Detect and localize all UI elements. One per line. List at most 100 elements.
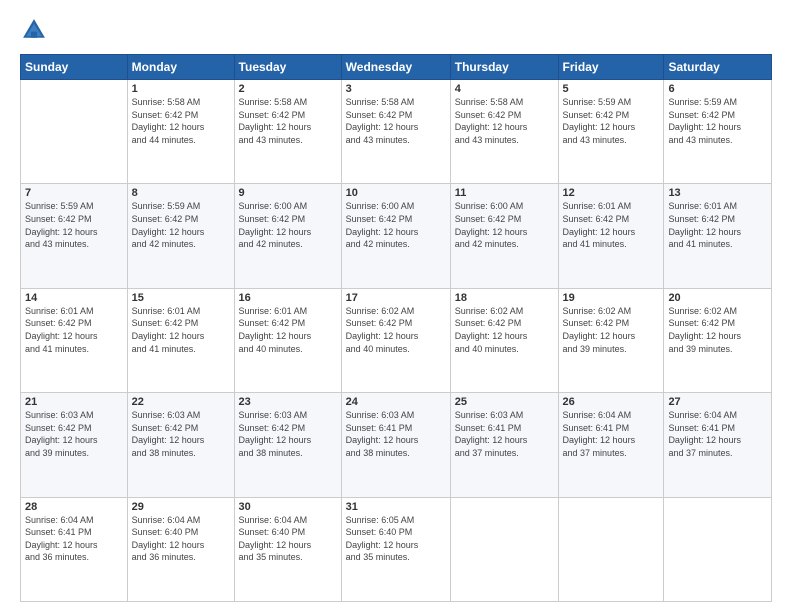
day-number: 4: [455, 83, 554, 95]
col-header-thursday: Thursday: [450, 55, 558, 80]
day-info: Sunrise: 6:00 AM Sunset: 6:42 PM Dayligh…: [239, 200, 337, 250]
day-cell: 29Sunrise: 6:04 AM Sunset: 6:40 PM Dayli…: [127, 497, 234, 601]
day-info: Sunrise: 6:04 AM Sunset: 6:41 PM Dayligh…: [563, 409, 660, 459]
day-info: Sunrise: 6:02 AM Sunset: 6:42 PM Dayligh…: [668, 305, 767, 355]
week-row-5: 28Sunrise: 6:04 AM Sunset: 6:41 PM Dayli…: [21, 497, 772, 601]
week-row-3: 14Sunrise: 6:01 AM Sunset: 6:42 PM Dayli…: [21, 288, 772, 392]
day-cell: [558, 497, 664, 601]
day-info: Sunrise: 6:03 AM Sunset: 6:42 PM Dayligh…: [239, 409, 337, 459]
week-row-1: 1Sunrise: 5:58 AM Sunset: 6:42 PM Daylig…: [21, 80, 772, 184]
day-cell: 20Sunrise: 6:02 AM Sunset: 6:42 PM Dayli…: [664, 288, 772, 392]
calendar-body: 1Sunrise: 5:58 AM Sunset: 6:42 PM Daylig…: [21, 80, 772, 602]
day-number: 5: [563, 83, 660, 95]
day-cell: 14Sunrise: 6:01 AM Sunset: 6:42 PM Dayli…: [21, 288, 128, 392]
day-cell: 4Sunrise: 5:58 AM Sunset: 6:42 PM Daylig…: [450, 80, 558, 184]
day-info: Sunrise: 6:01 AM Sunset: 6:42 PM Dayligh…: [668, 200, 767, 250]
day-info: Sunrise: 6:04 AM Sunset: 6:41 PM Dayligh…: [25, 514, 123, 564]
day-info: Sunrise: 5:59 AM Sunset: 6:42 PM Dayligh…: [563, 96, 660, 146]
day-info: Sunrise: 6:04 AM Sunset: 6:40 PM Dayligh…: [132, 514, 230, 564]
day-number: 9: [239, 187, 337, 199]
day-number: 26: [563, 396, 660, 408]
day-cell: 3Sunrise: 5:58 AM Sunset: 6:42 PM Daylig…: [341, 80, 450, 184]
day-cell: 21Sunrise: 6:03 AM Sunset: 6:42 PM Dayli…: [21, 393, 128, 497]
day-info: Sunrise: 6:03 AM Sunset: 6:42 PM Dayligh…: [132, 409, 230, 459]
day-number: 10: [346, 187, 446, 199]
day-number: 23: [239, 396, 337, 408]
day-info: Sunrise: 6:01 AM Sunset: 6:42 PM Dayligh…: [25, 305, 123, 355]
day-number: 21: [25, 396, 123, 408]
day-cell: 18Sunrise: 6:02 AM Sunset: 6:42 PM Dayli…: [450, 288, 558, 392]
day-number: 27: [668, 396, 767, 408]
day-number: 31: [346, 501, 446, 513]
day-cell: 11Sunrise: 6:00 AM Sunset: 6:42 PM Dayli…: [450, 184, 558, 288]
day-number: 30: [239, 501, 337, 513]
day-number: 17: [346, 292, 446, 304]
day-number: 20: [668, 292, 767, 304]
day-cell: 5Sunrise: 5:59 AM Sunset: 6:42 PM Daylig…: [558, 80, 664, 184]
logo: [20, 16, 52, 44]
day-info: Sunrise: 6:01 AM Sunset: 6:42 PM Dayligh…: [563, 200, 660, 250]
day-cell: [450, 497, 558, 601]
col-header-saturday: Saturday: [664, 55, 772, 80]
day-info: Sunrise: 5:58 AM Sunset: 6:42 PM Dayligh…: [346, 96, 446, 146]
day-cell: 23Sunrise: 6:03 AM Sunset: 6:42 PM Dayli…: [234, 393, 341, 497]
day-cell: 9Sunrise: 6:00 AM Sunset: 6:42 PM Daylig…: [234, 184, 341, 288]
day-cell: [21, 80, 128, 184]
day-cell: 15Sunrise: 6:01 AM Sunset: 6:42 PM Dayli…: [127, 288, 234, 392]
day-info: Sunrise: 5:59 AM Sunset: 6:42 PM Dayligh…: [668, 96, 767, 146]
day-number: 29: [132, 501, 230, 513]
col-header-sunday: Sunday: [21, 55, 128, 80]
day-number: 19: [563, 292, 660, 304]
day-info: Sunrise: 5:59 AM Sunset: 6:42 PM Dayligh…: [25, 200, 123, 250]
week-row-2: 7Sunrise: 5:59 AM Sunset: 6:42 PM Daylig…: [21, 184, 772, 288]
day-cell: 27Sunrise: 6:04 AM Sunset: 6:41 PM Dayli…: [664, 393, 772, 497]
day-info: Sunrise: 5:58 AM Sunset: 6:42 PM Dayligh…: [455, 96, 554, 146]
week-row-4: 21Sunrise: 6:03 AM Sunset: 6:42 PM Dayli…: [21, 393, 772, 497]
day-cell: 31Sunrise: 6:05 AM Sunset: 6:40 PM Dayli…: [341, 497, 450, 601]
day-info: Sunrise: 6:04 AM Sunset: 6:40 PM Dayligh…: [239, 514, 337, 564]
day-info: Sunrise: 6:03 AM Sunset: 6:42 PM Dayligh…: [25, 409, 123, 459]
day-number: 7: [25, 187, 123, 199]
day-number: 1: [132, 83, 230, 95]
day-info: Sunrise: 6:02 AM Sunset: 6:42 PM Dayligh…: [563, 305, 660, 355]
day-number: 12: [563, 187, 660, 199]
day-info: Sunrise: 5:58 AM Sunset: 6:42 PM Dayligh…: [239, 96, 337, 146]
day-number: 6: [668, 83, 767, 95]
day-cell: 17Sunrise: 6:02 AM Sunset: 6:42 PM Dayli…: [341, 288, 450, 392]
day-cell: 19Sunrise: 6:02 AM Sunset: 6:42 PM Dayli…: [558, 288, 664, 392]
day-info: Sunrise: 6:00 AM Sunset: 6:42 PM Dayligh…: [346, 200, 446, 250]
day-number: 2: [239, 83, 337, 95]
day-cell: 8Sunrise: 5:59 AM Sunset: 6:42 PM Daylig…: [127, 184, 234, 288]
day-cell: 6Sunrise: 5:59 AM Sunset: 6:42 PM Daylig…: [664, 80, 772, 184]
day-info: Sunrise: 6:03 AM Sunset: 6:41 PM Dayligh…: [346, 409, 446, 459]
day-info: Sunrise: 6:03 AM Sunset: 6:41 PM Dayligh…: [455, 409, 554, 459]
day-number: 24: [346, 396, 446, 408]
day-number: 15: [132, 292, 230, 304]
day-info: Sunrise: 5:58 AM Sunset: 6:42 PM Dayligh…: [132, 96, 230, 146]
day-info: Sunrise: 6:04 AM Sunset: 6:41 PM Dayligh…: [668, 409, 767, 459]
day-info: Sunrise: 6:05 AM Sunset: 6:40 PM Dayligh…: [346, 514, 446, 564]
day-cell: 24Sunrise: 6:03 AM Sunset: 6:41 PM Dayli…: [341, 393, 450, 497]
day-info: Sunrise: 6:01 AM Sunset: 6:42 PM Dayligh…: [239, 305, 337, 355]
day-number: 13: [668, 187, 767, 199]
col-header-wednesday: Wednesday: [341, 55, 450, 80]
day-number: 25: [455, 396, 554, 408]
day-cell: 7Sunrise: 5:59 AM Sunset: 6:42 PM Daylig…: [21, 184, 128, 288]
col-header-monday: Monday: [127, 55, 234, 80]
day-number: 14: [25, 292, 123, 304]
day-cell: 25Sunrise: 6:03 AM Sunset: 6:41 PM Dayli…: [450, 393, 558, 497]
col-header-tuesday: Tuesday: [234, 55, 341, 80]
day-cell: [664, 497, 772, 601]
day-cell: 26Sunrise: 6:04 AM Sunset: 6:41 PM Dayli…: [558, 393, 664, 497]
day-number: 8: [132, 187, 230, 199]
day-cell: 22Sunrise: 6:03 AM Sunset: 6:42 PM Dayli…: [127, 393, 234, 497]
header-row: SundayMondayTuesdayWednesdayThursdayFrid…: [21, 55, 772, 80]
calendar-table: SundayMondayTuesdayWednesdayThursdayFrid…: [20, 54, 772, 602]
day-info: Sunrise: 6:01 AM Sunset: 6:42 PM Dayligh…: [132, 305, 230, 355]
day-number: 3: [346, 83, 446, 95]
page: SundayMondayTuesdayWednesdayThursdayFrid…: [0, 0, 792, 612]
day-cell: 10Sunrise: 6:00 AM Sunset: 6:42 PM Dayli…: [341, 184, 450, 288]
day-info: Sunrise: 6:02 AM Sunset: 6:42 PM Dayligh…: [455, 305, 554, 355]
day-cell: 2Sunrise: 5:58 AM Sunset: 6:42 PM Daylig…: [234, 80, 341, 184]
day-info: Sunrise: 6:02 AM Sunset: 6:42 PM Dayligh…: [346, 305, 446, 355]
